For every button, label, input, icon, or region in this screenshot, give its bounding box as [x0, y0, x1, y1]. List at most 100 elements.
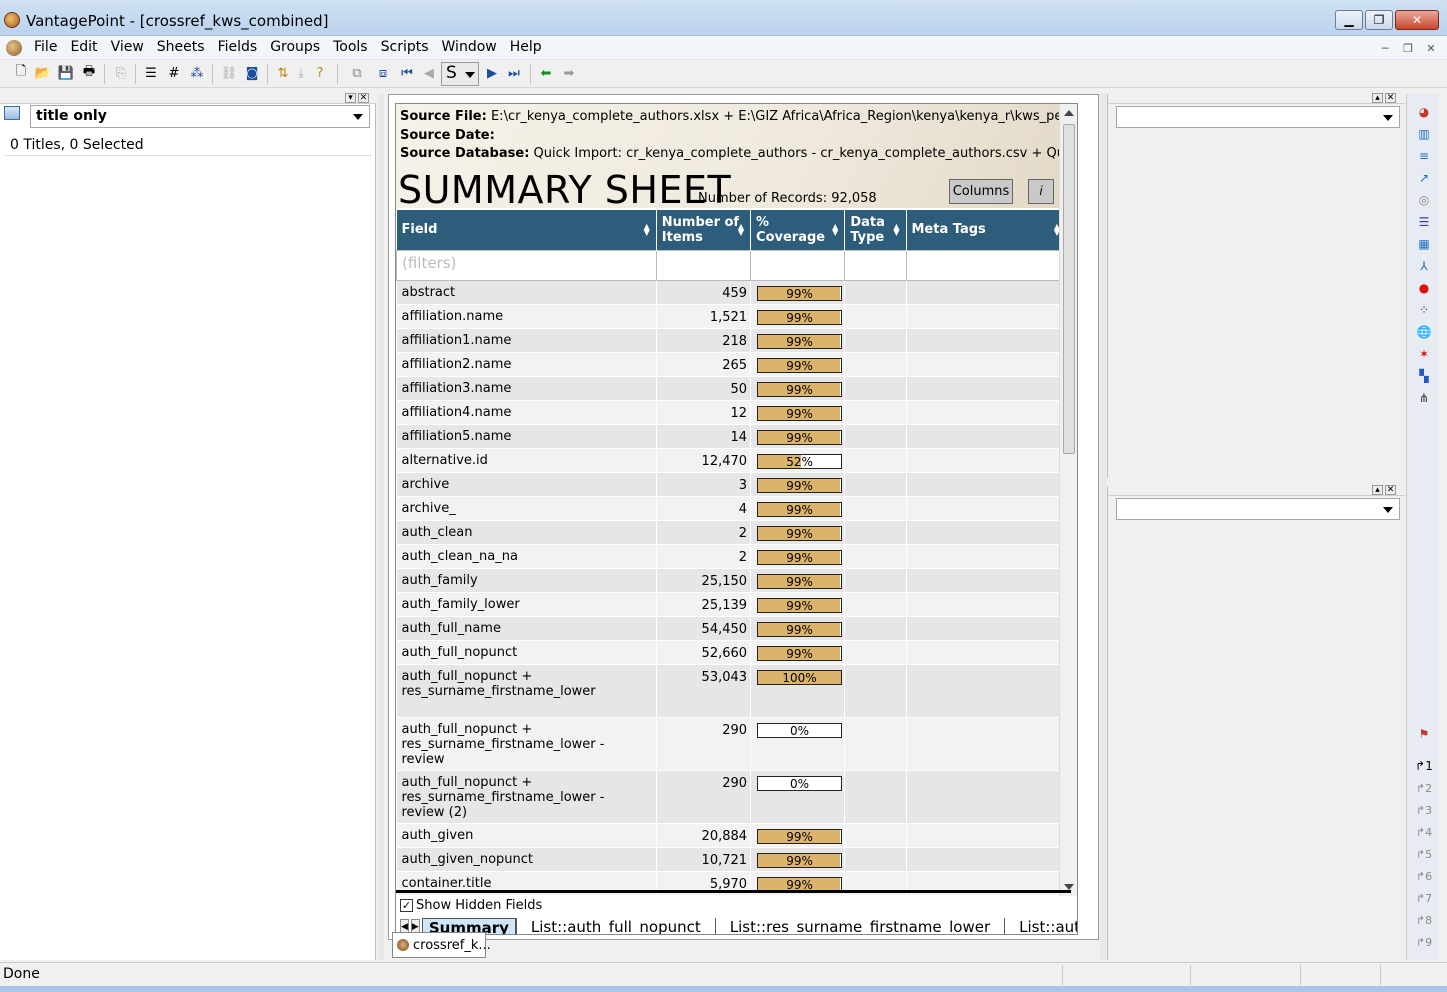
table-row[interactable]: alternative.id 12,470 52%: [396, 448, 1067, 473]
table-row[interactable]: auth_family 25,150 99%: [396, 568, 1067, 593]
filter-coverage[interactable]: [750, 249, 846, 281]
axis-icon[interactable]: ⅄: [1416, 258, 1432, 274]
open-folder-icon[interactable]: 📂: [34, 64, 52, 82]
marker-3-icon[interactable]: ↱3: [1416, 802, 1432, 818]
columns-button[interactable]: Columns: [949, 179, 1013, 204]
pane-close-icon[interactable]: ✕: [1385, 93, 1396, 103]
list-view-icon[interactable]: ☰: [142, 64, 160, 82]
document-tab[interactable]: crossref_k...: [392, 932, 491, 958]
tab-list-res-surname[interactable]: List::res_surname_firstname_lower: [714, 918, 1004, 934]
title-view-select[interactable]: title only: [30, 105, 370, 128]
marker-4-icon[interactable]: ↱4: [1416, 824, 1432, 840]
tab-list-auth-full-nopunct[interactable]: List::auth_full_nopunct: [515, 918, 715, 934]
window-cascade-icon[interactable]: ⧉: [348, 64, 366, 82]
marker-5-icon[interactable]: ↱5: [1416, 846, 1432, 862]
last-icon[interactable]: ⏭: [505, 64, 523, 82]
column-header-coverage[interactable]: % Coverage ▲ ▼: [750, 210, 846, 250]
grid-icon[interactable]: #: [165, 64, 183, 82]
filter-meta-tags[interactable]: [905, 249, 1067, 281]
pane-close-icon[interactable]: ✕: [1385, 485, 1396, 495]
table-icon[interactable]: ▦: [1416, 236, 1432, 252]
table-row[interactable]: auth_full_nopunct + res_surname_firstnam…: [396, 717, 1067, 771]
checkbox-icon[interactable]: ✓: [400, 899, 413, 912]
scroll-up-icon[interactable]: [1064, 110, 1074, 116]
camera-icon[interactable]: ◙: [243, 64, 261, 82]
go-forward-icon[interactable]: ➡: [560, 64, 578, 82]
marker-6-icon[interactable]: ↱6: [1416, 868, 1432, 884]
marker-1-icon[interactable]: ↱1: [1415, 758, 1433, 774]
pane-maximize-icon[interactable]: ▴: [1372, 485, 1383, 495]
maximize-button[interactable]: ❐: [1365, 10, 1393, 30]
filter-field[interactable]: (filters): [396, 249, 657, 281]
stack-icon[interactable]: ☰: [1416, 214, 1432, 230]
table-row[interactable]: abstract 459 99%: [396, 280, 1067, 305]
tree-icon[interactable]: ⋔: [1416, 390, 1432, 406]
menu-groups[interactable]: Groups: [270, 39, 320, 55]
vertical-scrollbar[interactable]: [1059, 104, 1077, 896]
close-button[interactable]: ✕: [1395, 10, 1439, 30]
mdi-minimize-icon[interactable]: ─: [1375, 39, 1395, 57]
network-icon[interactable]: ⁂: [188, 64, 206, 82]
marker-9-icon[interactable]: ↱9: [1416, 934, 1432, 950]
menu-view[interactable]: View: [111, 39, 144, 55]
marker-8-icon[interactable]: ↱8: [1416, 912, 1432, 928]
scroll-thumb[interactable]: [1063, 124, 1075, 454]
left-splitter[interactable]: [378, 94, 384, 960]
scatter-icon[interactable]: ●: [1416, 280, 1432, 296]
menu-help[interactable]: Help: [510, 39, 542, 55]
app-icon[interactable]: [4, 12, 20, 28]
table-row[interactable]: archive_ 4 99%: [396, 496, 1067, 521]
table-row[interactable]: auth_full_nopunct 52,660 99%: [396, 640, 1067, 665]
menu-window[interactable]: Window: [442, 39, 497, 55]
right-top-dropdown[interactable]: [1116, 106, 1400, 128]
pane-menu-icon[interactable]: ▾: [345, 93, 356, 103]
print-icon[interactable]: 🖶: [80, 64, 98, 82]
line-chart-icon[interactable]: ↗: [1416, 170, 1432, 186]
info-button[interactable]: i: [1028, 179, 1054, 204]
bubble-icon[interactable]: ◎: [1416, 192, 1432, 208]
filter-items[interactable]: [655, 249, 752, 281]
table-row[interactable]: auth_given_nopunct 10,721 99%: [396, 847, 1067, 872]
window-tile-icon[interactable]: ⧈: [374, 64, 392, 82]
table-row[interactable]: affiliation1.name 218 99%: [396, 328, 1067, 353]
table-row[interactable]: auth_full_nopunct + res_surname_firstnam…: [396, 770, 1067, 824]
mdi-restore-icon[interactable]: ❐: [1398, 39, 1418, 57]
table-row[interactable]: auth_given 20,884 99%: [396, 823, 1067, 848]
filter-data-type[interactable]: [844, 249, 907, 281]
table-row[interactable]: affiliation5.name 14 99%: [396, 424, 1067, 449]
menu-sheets[interactable]: Sheets: [157, 39, 205, 55]
menu-edit[interactable]: Edit: [70, 39, 97, 55]
right-bottom-dropdown[interactable]: [1116, 498, 1400, 520]
tab-list-autl[interactable]: List::autl: [1004, 918, 1077, 934]
sort-icon[interactable]: ⇅: [274, 64, 292, 82]
link-icon[interactable]: ⛓: [220, 64, 238, 82]
new-icon[interactable]: 🗋: [12, 64, 30, 82]
table-row[interactable]: auth_clean_na_na 2 99%: [396, 544, 1067, 569]
table-row[interactable]: affiliation3.name 50 99%: [396, 376, 1067, 401]
table-row[interactable]: auth_full_nopunct + res_surname_firstnam…: [396, 664, 1067, 718]
bookmark-icon[interactable]: ⚑: [1416, 726, 1432, 742]
next-icon[interactable]: ▶: [483, 64, 501, 82]
pane-maximize-icon[interactable]: ▴: [1372, 93, 1383, 103]
table-row[interactable]: auth_full_name 54,450 99%: [396, 616, 1067, 641]
menu-file[interactable]: File: [34, 39, 57, 55]
show-hidden-fields[interactable]: ✓ Show Hidden Fields: [400, 898, 542, 913]
horizontal-bar-icon[interactable]: ≡: [1416, 148, 1432, 164]
network-graph-icon[interactable]: ✶: [1416, 346, 1432, 362]
column-header-meta-tags[interactable]: Meta Tags ▲ ▼: [906, 210, 1067, 250]
heatmap-icon[interactable]: ▚: [1416, 368, 1432, 384]
column-header-data-type[interactable]: Data Type ▲ ▼: [844, 210, 907, 250]
pie-chart-icon[interactable]: ◕: [1416, 104, 1432, 120]
table-row[interactable]: auth_clean 2 99%: [396, 520, 1067, 545]
table-row[interactable]: auth_family_lower 25,139 99%: [396, 592, 1067, 617]
bar-chart-icon[interactable]: ▥: [1416, 126, 1432, 142]
menu-tools[interactable]: Tools: [333, 39, 368, 55]
menu-fields[interactable]: Fields: [218, 39, 258, 55]
dots-icon[interactable]: ⁘: [1416, 302, 1432, 318]
first-icon[interactable]: ⏮: [398, 64, 416, 82]
save-icon[interactable]: 💾: [57, 64, 75, 82]
sheet-combo[interactable]: S: [441, 62, 479, 86]
document-icon[interactable]: [6, 40, 22, 56]
table-row[interactable]: archive 3 99%: [396, 472, 1067, 497]
menu-scripts[interactable]: Scripts: [381, 39, 429, 55]
